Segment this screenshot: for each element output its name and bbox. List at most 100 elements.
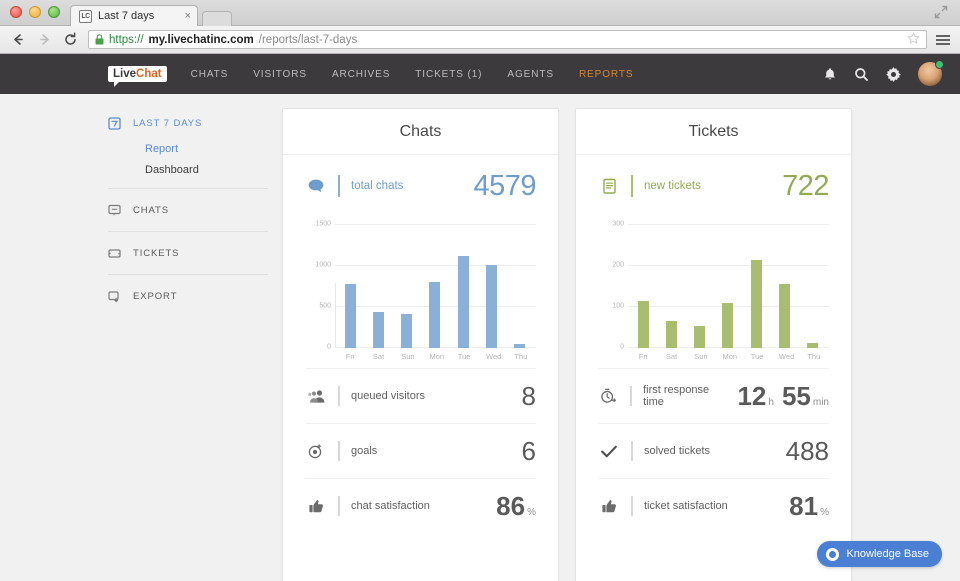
tickets-card-body: new tickets 722 300 200 100 0 [576,155,851,551]
thumbs-up-icon [305,499,327,514]
sidebar: LAST 7 DAYS Report Dashboard CHATS TICKE… [108,108,268,581]
agent-avatar[interactable] [918,62,942,86]
sidebar-divider [108,188,268,189]
bell-icon[interactable] [823,67,837,82]
sidebar-divider [108,231,268,232]
stopwatch-icon [598,388,619,404]
new-tickets-label: new tickets [644,180,701,192]
reload-icon[interactable] [62,31,79,48]
knowledge-base-button[interactable]: Knowledge Base [817,541,942,567]
minimize-window-icon[interactable] [29,6,41,18]
chat-bubble-filled-icon [305,179,327,193]
tab-title: Last 7 days [98,10,179,22]
metric-label: solved tickets [644,445,710,457]
calendar-icon [108,117,121,130]
bar-mon [722,303,733,348]
livechat-logo[interactable]: LiveChat [108,66,167,82]
total-chats-label: total chats [351,180,403,192]
ticket-icon [108,247,121,260]
hamburger-menu-icon[interactable] [936,35,950,45]
fullscreen-expand-icon[interactable] [934,5,948,19]
metric-unit-hours: h [768,397,774,408]
clipboard-icon [598,178,620,194]
metric-divider [631,496,633,516]
chat-bubble-icon [108,204,121,217]
sidebar-item-tickets[interactable]: TICKETS [108,238,268,268]
nav-item-agents[interactable]: AGENTS [507,69,554,80]
metric-value-minutes: 55 [782,381,811,412]
y-tick-label: 200 [598,262,624,269]
close-tab-icon[interactable]: × [185,10,191,22]
nav-item-visitors[interactable]: VISITORS [253,69,307,80]
nav-item-tickets[interactable]: TICKETS (1) [415,69,482,80]
search-icon[interactable] [854,67,869,82]
y-tick-label: 1000 [305,262,331,269]
chats-x-labels: Fri Sat Sun Mon Tue Wed Thu [336,348,534,361]
gear-icon[interactable] [886,67,901,82]
x-tick-label: Sat [373,352,384,361]
chats-card-title: Chats [283,109,558,155]
back-arrow-icon[interactable] [10,31,27,48]
metric-label: goals [351,445,377,457]
livechat-favicon-icon: LC [79,10,92,23]
x-tick-label: Sat [666,352,677,361]
browser-toolbar: https://my.livechatinc.com/reports/last-… [0,26,960,54]
x-tick-label: Wed [779,352,790,361]
browser-tabstrip: LC Last 7 days × [0,0,960,26]
url-scheme: https:// [109,34,144,46]
report-cards: Chats total chats 4579 1500 1000 500 [282,108,852,581]
page-content: LAST 7 DAYS Report Dashboard CHATS TICKE… [0,94,960,581]
x-tick-label: Mon [429,352,440,361]
y-tick-label: 100 [598,303,624,310]
knowledge-base-label: Knowledge Base [846,548,929,560]
metric-first-response-time: first response time 12 h 55 min [598,368,829,423]
bookmark-star-icon[interactable] [907,32,920,48]
x-tick-label: Thu [514,352,525,361]
nav-item-chats[interactable]: CHATS [191,69,229,80]
metric-label: chat satisfaction [351,500,430,512]
bar-wed [779,284,790,348]
close-window-icon[interactable] [10,6,22,18]
sidebar-item-last-7-days[interactable]: LAST 7 DAYS [108,108,268,138]
metric-solved-tickets: solved tickets 488 [598,423,829,478]
total-chats-row: total chats 4579 [305,155,536,217]
sidebar-item-label: LAST 7 DAYS [133,118,202,129]
address-bar[interactable]: https://my.livechatinc.com/reports/last-… [88,30,927,49]
metric-goals: goals 6 [305,423,536,478]
metric-value-hours: 12 [737,381,766,412]
metric-queued-visitors: queued visitors 8 [305,368,536,423]
x-tick-label: Tue [751,352,762,361]
sidebar-subitem-report[interactable]: Report [108,138,268,159]
new-tab-button[interactable] [202,11,232,26]
browser-tab[interactable]: LC Last 7 days × [70,5,198,26]
chats-bar-chart: 1500 1000 500 0 [305,223,536,348]
bar-fri [345,284,356,348]
sidebar-subitem-dashboard[interactable]: Dashboard [108,159,268,180]
nav-item-reports[interactable]: REPORTS [579,69,633,80]
forward-arrow-icon[interactable] [36,31,53,48]
metric-value: 86 [496,491,525,522]
x-tick-label: Tue [458,352,469,361]
metric-divider [630,386,632,406]
metric-value-group: 86 % [488,491,536,522]
accent-divider [631,175,633,197]
bar-tue [751,260,762,348]
sidebar-item-chats[interactable]: CHATS [108,195,268,225]
app-header: LiveChat CHATS VISITORS ARCHIVES TICKETS… [0,54,960,94]
metric-value: 488 [786,436,829,467]
x-tick-label: Mon [722,352,733,361]
bar-sun [401,314,412,348]
metric-chat-satisfaction: chat satisfaction 86 % [305,478,536,533]
sidebar-item-export[interactable]: EXPORT [108,281,268,311]
chats-card: Chats total chats 4579 1500 1000 500 [282,108,559,581]
maximize-window-icon[interactable] [48,6,60,18]
bar-tue [458,256,469,348]
window-traffic-lights [0,6,60,25]
tickets-bars [629,223,827,348]
goal-target-icon [305,444,327,459]
main-nav: CHATS VISITORS ARCHIVES TICKETS (1) AGEN… [191,69,634,80]
bar-wed [486,265,497,348]
nav-item-archives[interactable]: ARCHIVES [332,69,390,80]
sidebar-divider [108,274,268,275]
metric-divider [631,441,633,461]
